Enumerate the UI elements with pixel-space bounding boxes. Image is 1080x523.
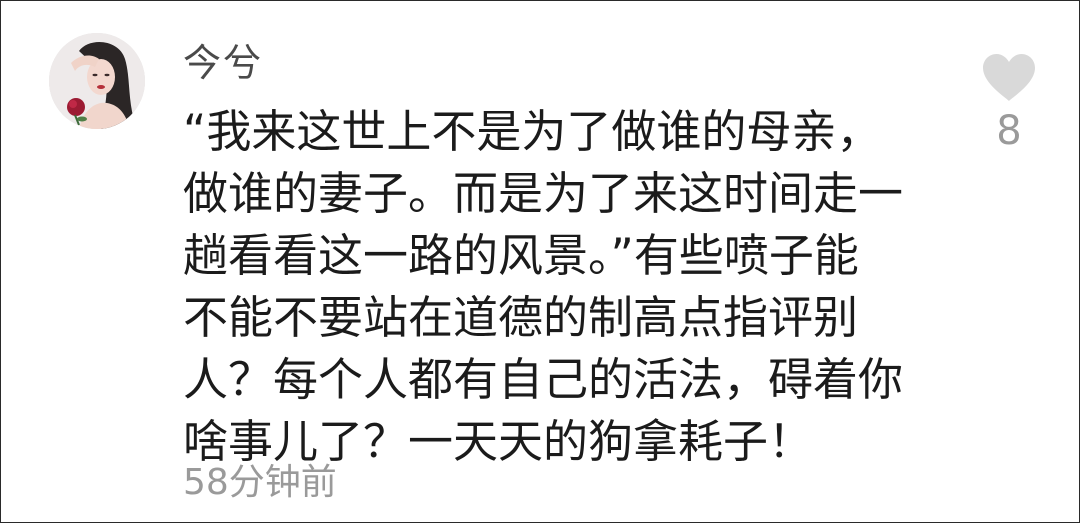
comment-text-line: 做谁的妻子。而是为了来这时间走一 [183, 167, 904, 220]
screenshot-frame: 今兮 “我来这世上不是为了做谁的母亲， 做谁的妻子。而是为了来这时间走一 趟看看… [0, 0, 1080, 523]
username[interactable]: 今兮 [183, 41, 263, 85]
comment-text-line: “我来这世上不是为了做谁的母亲， [183, 105, 882, 158]
avatar[interactable] [49, 33, 145, 129]
avatar-portrait [49, 33, 145, 129]
comment-item: 今兮 “我来这世上不是为了做谁的母亲， 做谁的妻子。而是为了来这时间走一 趟看看… [1, 1, 1079, 522]
comment-text-line: 人？每个人都有自己的活法，碍着你 [183, 353, 904, 406]
comment-text-line: 不能不要站在道德的制高点指评别 [183, 291, 859, 344]
heart-icon[interactable] [981, 53, 1037, 103]
like-button[interactable]: 8 [973, 53, 1045, 153]
like-count: 8 [996, 108, 1022, 154]
comment-timestamp: 58分钟前 [183, 462, 337, 503]
comment-text: “我来这世上不是为了做谁的母亲， 做谁的妻子。而是为了来这时间走一 趟看看这一路… [183, 101, 923, 473]
comment-text-line: 趟看看这一路的风景。”有些喷子能 [183, 229, 859, 282]
